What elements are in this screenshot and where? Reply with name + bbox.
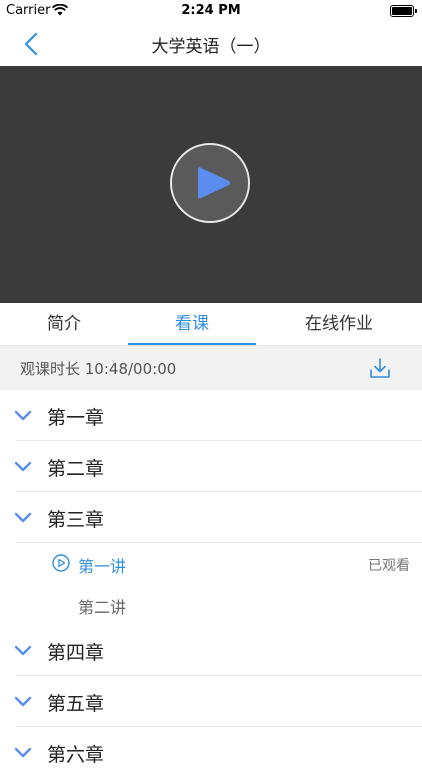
play-icon: [198, 167, 230, 199]
chevron-down-icon: [14, 410, 32, 421]
chevron-down-icon: [14, 645, 32, 656]
lecture-row-1[interactable]: 第一讲 已观看: [0, 543, 422, 584]
chapter-label: 第二章: [47, 458, 105, 480]
page-title: 大学英语（一）: [151, 37, 271, 57]
tab-bar: 简介 看课 在线作业: [0, 303, 422, 346]
chapter-label: 第三章: [47, 509, 105, 531]
clock: 2:24 PM: [181, 3, 241, 18]
chapter-label: 第五章: [47, 693, 105, 715]
watch-time-bar: 观课时长 10:48/00:00: [0, 346, 422, 390]
battery-icon: [390, 5, 417, 17]
tab-homework[interactable]: 在线作业: [256, 303, 422, 345]
chapter-label: 第一章: [47, 407, 105, 429]
tab-watch[interactable]: 看课: [128, 303, 256, 345]
chapter-row-4[interactable]: 第四章: [0, 625, 422, 676]
chevron-down-icon: [14, 696, 32, 707]
active-tab-indicator: [128, 343, 256, 345]
chapter-label: 第四章: [47, 642, 105, 664]
chapter-label: 第六章: [47, 744, 105, 766]
chapter-row-6[interactable]: 第六章: [0, 727, 422, 778]
chapter-row-1[interactable]: 第一章: [0, 390, 422, 441]
watch-time-label: 观课时长 10:48/00:00: [20, 360, 177, 378]
play-circle-icon: [52, 554, 70, 572]
play-button[interactable]: [170, 143, 250, 223]
download-button[interactable]: [368, 356, 392, 380]
chevron-down-icon: [14, 747, 32, 758]
watched-status: 已观看: [368, 558, 410, 574]
lecture-row-2[interactable]: 第二讲: [0, 584, 422, 625]
tab-intro[interactable]: 简介: [0, 303, 128, 345]
chapter-row-5[interactable]: 第五章: [0, 676, 422, 727]
download-icon: [370, 358, 390, 378]
chevron-down-icon: [14, 512, 32, 523]
status-bar: Carrier 2:24 PM: [0, 0, 422, 22]
lecture-label: 第二讲: [78, 598, 127, 617]
navigation-bar: 大学英语（一）: [0, 22, 422, 66]
chevron-down-icon: [14, 461, 32, 472]
lecture-label: 第一讲: [78, 557, 127, 576]
chapter-row-3[interactable]: 第三章: [0, 492, 422, 543]
chapter-row-2[interactable]: 第二章: [0, 441, 422, 492]
